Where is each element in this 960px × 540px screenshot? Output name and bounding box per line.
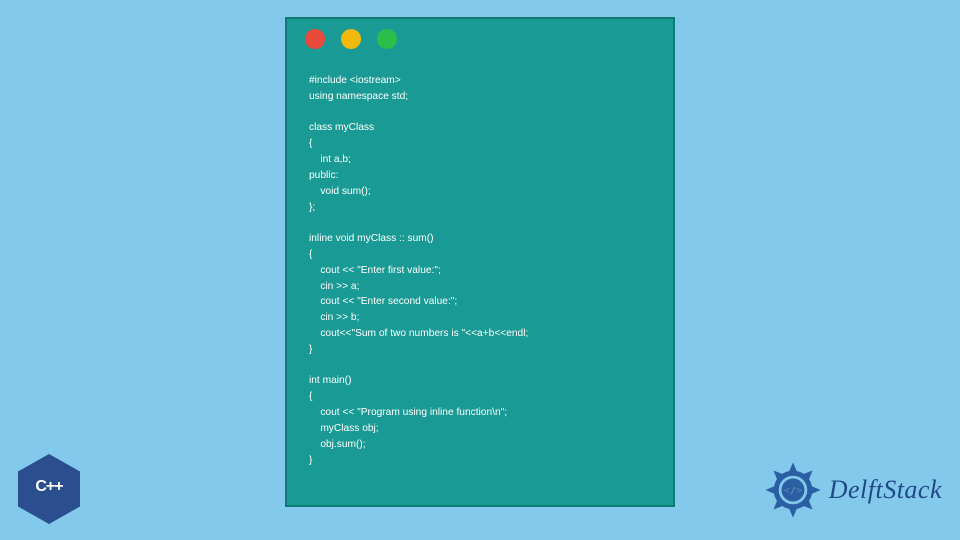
maximize-icon (377, 29, 397, 49)
code-window: #include <iostream> using namespace std;… (285, 17, 675, 507)
svg-text:</>: </> (784, 485, 802, 496)
minimize-icon (341, 29, 361, 49)
close-icon (305, 29, 325, 49)
window-titlebar (287, 19, 673, 59)
brand-name: DelftStack (829, 475, 942, 505)
cpp-logo-label: C++ (35, 478, 62, 496)
cpp-logo-icon: C++ (18, 454, 80, 524)
gear-icon: </> (765, 462, 821, 518)
brand-logo: </> DelftStack (765, 462, 942, 518)
code-block: #include <iostream> using namespace std;… (287, 59, 673, 478)
